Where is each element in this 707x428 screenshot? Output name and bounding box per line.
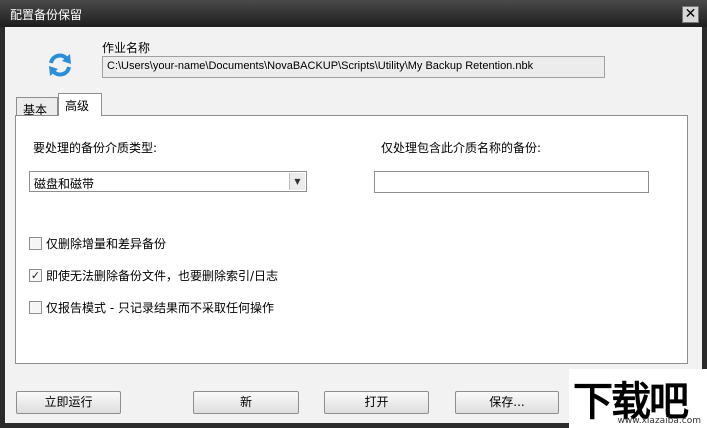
checkbox-label: 即使无法删除备份文件，也要删除索引/日志	[46, 268, 279, 283]
media-type-value: 磁盘和磁带	[34, 177, 95, 191]
checkbox-delete-index[interactable]: ✓	[29, 268, 42, 282]
media-name-label: 仅处理包含此介质名称的备份:	[381, 141, 542, 155]
divider	[29, 205, 671, 206]
tab-basic[interactable]: 基本	[16, 97, 58, 117]
checkbox-row-delete-index[interactable]: ✓ 即使无法删除备份文件，也要删除索引/日志	[29, 267, 278, 283]
save-button[interactable]: 保存...	[455, 391, 559, 414]
checkbox-row-incremental[interactable]: 仅删除增量和差异备份	[29, 235, 166, 251]
watermark-logo: 下载吧 www.xiazaiba.com	[569, 369, 707, 428]
open-button[interactable]: 打开	[324, 391, 429, 414]
media-type-label: 要处理的备份介质类型:	[33, 141, 158, 155]
refresh-arrows-icon	[49, 53, 71, 77]
job-path-field: C:\Users\your-name\Documents\NovaBACKUP\…	[102, 56, 605, 78]
checkbox-label: 仅删除增量和差异备份	[46, 236, 167, 251]
tab-advanced[interactable]: 高级	[58, 93, 102, 116]
close-icon: ✕	[684, 6, 697, 22]
job-name-label: 作业名称	[102, 41, 151, 55]
new-button[interactable]: 新	[193, 391, 299, 414]
media-type-select[interactable]: 磁盘和磁带 ▼	[29, 171, 307, 192]
run-now-button[interactable]: 立即运行	[16, 391, 121, 414]
checkbox-label: 仅报告模式 - 只记录结果而不采取任何操作	[46, 300, 274, 315]
close-button[interactable]: ✕	[682, 6, 699, 23]
media-name-input[interactable]	[374, 171, 649, 193]
checkbox-row-report-only[interactable]: 仅报告模式 - 只记录结果而不采取任何操作	[29, 299, 274, 315]
title-bar: 配置备份保留 ✕	[0, 0, 707, 27]
checkbox-report-only[interactable]	[29, 300, 42, 314]
chevron-down-icon[interactable]: ▼	[289, 173, 305, 190]
window-title: 配置备份保留	[10, 8, 83, 22]
checkbox-incremental[interactable]	[29, 236, 42, 250]
watermark-url: www.xiazaiba.com	[617, 416, 701, 426]
